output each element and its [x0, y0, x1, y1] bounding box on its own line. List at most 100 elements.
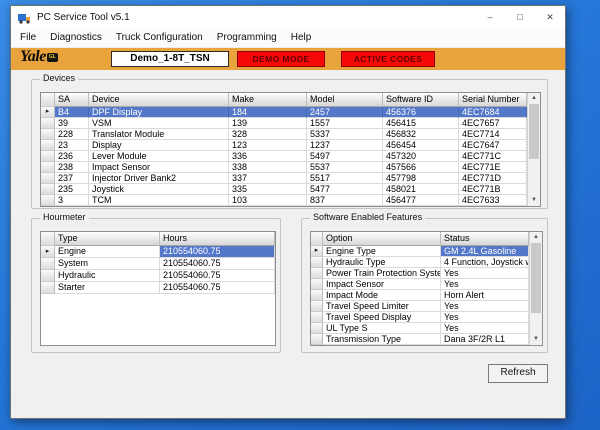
table-cell[interactable]	[41, 270, 55, 282]
table-cell[interactable]: Yes	[441, 312, 529, 323]
menu-item[interactable]: Help	[284, 29, 319, 46]
table-cell[interactable]	[41, 184, 55, 195]
active-codes-badge[interactable]: ACTIVE CODES	[341, 51, 435, 67]
table-row[interactable]: ▸Engine TypeGM 2.4L Gasoline	[311, 246, 529, 257]
menu-item[interactable]: Truck Configuration	[109, 29, 210, 46]
table-cell[interactable]	[311, 257, 323, 268]
table-cell[interactable]: 457798	[383, 173, 459, 184]
table-cell[interactable]: 3	[55, 195, 89, 206]
table-cell[interactable]: 4EC7647	[459, 140, 527, 151]
table-cell[interactable]: 335	[229, 184, 307, 195]
table-cell[interactable]	[41, 129, 55, 140]
table-row[interactable]: System210554060.75	[41, 258, 275, 270]
table-cell[interactable]: TCM	[89, 195, 229, 206]
table-row[interactable]: Hydraulic210554060.75	[41, 270, 275, 282]
table-cell[interactable]	[41, 173, 55, 184]
table-cell[interactable]: 236	[55, 151, 89, 162]
table-row[interactable]: 3TCM1038374564774EC7633	[41, 195, 527, 206]
table-row[interactable]: 39VSM13915574564154EC7657	[41, 118, 527, 129]
table-cell[interactable]: Translator Module	[89, 129, 229, 140]
title-bar[interactable]: PC Service Tool v5.1 – □ ✕	[11, 6, 565, 28]
table-cell[interactable]: 4 Function, Joystick w/2 rollers, w/Aux	[441, 257, 529, 268]
table-cell[interactable]	[41, 195, 55, 206]
table-cell[interactable]	[41, 282, 55, 294]
table-cell[interactable]: 457566	[383, 162, 459, 173]
table-cell[interactable]	[41, 93, 55, 107]
table-cell[interactable]: 237	[55, 173, 89, 184]
table-row[interactable]: Transmission TypeDana 3F/2R L1	[311, 334, 529, 345]
table-cell[interactable]: 39	[55, 118, 89, 129]
table-cell[interactable]: Make	[229, 93, 307, 107]
table-cell[interactable]: Impact Sensor	[89, 162, 229, 173]
table-cell[interactable]: Yes	[441, 268, 529, 279]
truck-name-button[interactable]: Demo_1-8T_TSN	[111, 51, 229, 67]
table-cell[interactable]: 336	[229, 151, 307, 162]
table-cell[interactable]: 4EC771C	[459, 151, 527, 162]
table-cell[interactable]: Yes	[441, 279, 529, 290]
table-cell[interactable]	[41, 232, 55, 246]
table-cell[interactable]	[311, 268, 323, 279]
table-cell[interactable]	[311, 232, 323, 246]
table-cell[interactable]: Software ID	[383, 93, 459, 107]
table-row[interactable]: 23Display12312374564544EC7647	[41, 140, 527, 151]
table-cell[interactable]: 238	[55, 162, 89, 173]
table-cell[interactable]: ▸	[311, 246, 323, 257]
table-cell[interactable]: 2457	[307, 107, 383, 118]
table-cell[interactable]: 5517	[307, 173, 383, 184]
table-cell[interactable]: 5477	[307, 184, 383, 195]
table-row[interactable]: ▸B4DPF Display18424574563764EC7684	[41, 107, 527, 118]
table-row[interactable]: Impact SensorYes	[311, 279, 529, 290]
features-vertical-scrollbar[interactable]: ▲ ▼	[529, 232, 542, 345]
table-row[interactable]: Travel Speed DisplayYes	[311, 312, 529, 323]
table-cell[interactable]: ▸	[41, 246, 55, 258]
table-cell[interactable]: 328	[229, 129, 307, 140]
table-cell[interactable]: 4EC7714	[459, 129, 527, 140]
table-cell[interactable]: 4EC771B	[459, 184, 527, 195]
table-cell[interactable]	[311, 323, 323, 334]
table-cell[interactable]	[41, 118, 55, 129]
table-row[interactable]: 236Lever Module33654974573204EC771C	[41, 151, 527, 162]
table-cell[interactable]: 184	[229, 107, 307, 118]
table-row[interactable]: ▸Engine210554060.75	[41, 246, 275, 258]
table-cell[interactable]	[311, 312, 323, 323]
table-cell[interactable]: System	[55, 258, 160, 270]
table-row[interactable]: Starter210554060.75	[41, 282, 275, 294]
table-cell[interactable]: 103	[229, 195, 307, 206]
table-cell[interactable]	[41, 258, 55, 270]
table-cell[interactable]: 235	[55, 184, 89, 195]
table-cell[interactable]: 456376	[383, 107, 459, 118]
table-cell[interactable]: Model	[307, 93, 383, 107]
table-row[interactable]: Impact ModeHorn Alert	[311, 290, 529, 301]
table-cell[interactable]: 338	[229, 162, 307, 173]
table-cell[interactable]: 123	[229, 140, 307, 151]
table-cell[interactable]: 228	[55, 129, 89, 140]
table-cell[interactable]: Impact Sensor	[323, 279, 441, 290]
table-cell[interactable]: 23	[55, 140, 89, 151]
table-row[interactable]: Power Train Protection SystemYes	[311, 268, 529, 279]
table-cell[interactable]: 210554060.75	[160, 282, 275, 294]
table-cell[interactable]: 4EC7657	[459, 118, 527, 129]
minimize-button[interactable]: –	[475, 6, 505, 28]
scroll-up-icon[interactable]: ▲	[528, 93, 540, 104]
table-cell[interactable]: 4EC7684	[459, 107, 527, 118]
table-cell[interactable]: DPF Display	[89, 107, 229, 118]
table-cell[interactable]: Lever Module	[89, 151, 229, 162]
table-cell[interactable]	[311, 279, 323, 290]
table-cell[interactable]: Power Train Protection System	[323, 268, 441, 279]
table-cell[interactable]: Status	[441, 232, 529, 246]
table-cell[interactable]: Injector Driver Bank2	[89, 173, 229, 184]
table-cell[interactable]: 5337	[307, 129, 383, 140]
scroll-down-icon[interactable]: ▼	[530, 334, 542, 345]
table-cell[interactable]: Serial Number	[459, 93, 527, 107]
table-cell[interactable]: Travel Speed Limiter	[323, 301, 441, 312]
table-cell[interactable]: 458021	[383, 184, 459, 195]
table-cell[interactable]: 1237	[307, 140, 383, 151]
table-cell[interactable]: Hours	[160, 232, 275, 246]
scroll-thumb[interactable]	[529, 104, 539, 159]
table-cell[interactable]: 5537	[307, 162, 383, 173]
table-cell[interactable]: Engine	[55, 246, 160, 258]
table-cell[interactable]: 4EC7633	[459, 195, 527, 206]
table-row[interactable]: 237Injector Driver Bank233755174577984EC…	[41, 173, 527, 184]
table-cell[interactable]: ▸	[41, 107, 55, 118]
table-cell[interactable]	[41, 140, 55, 151]
